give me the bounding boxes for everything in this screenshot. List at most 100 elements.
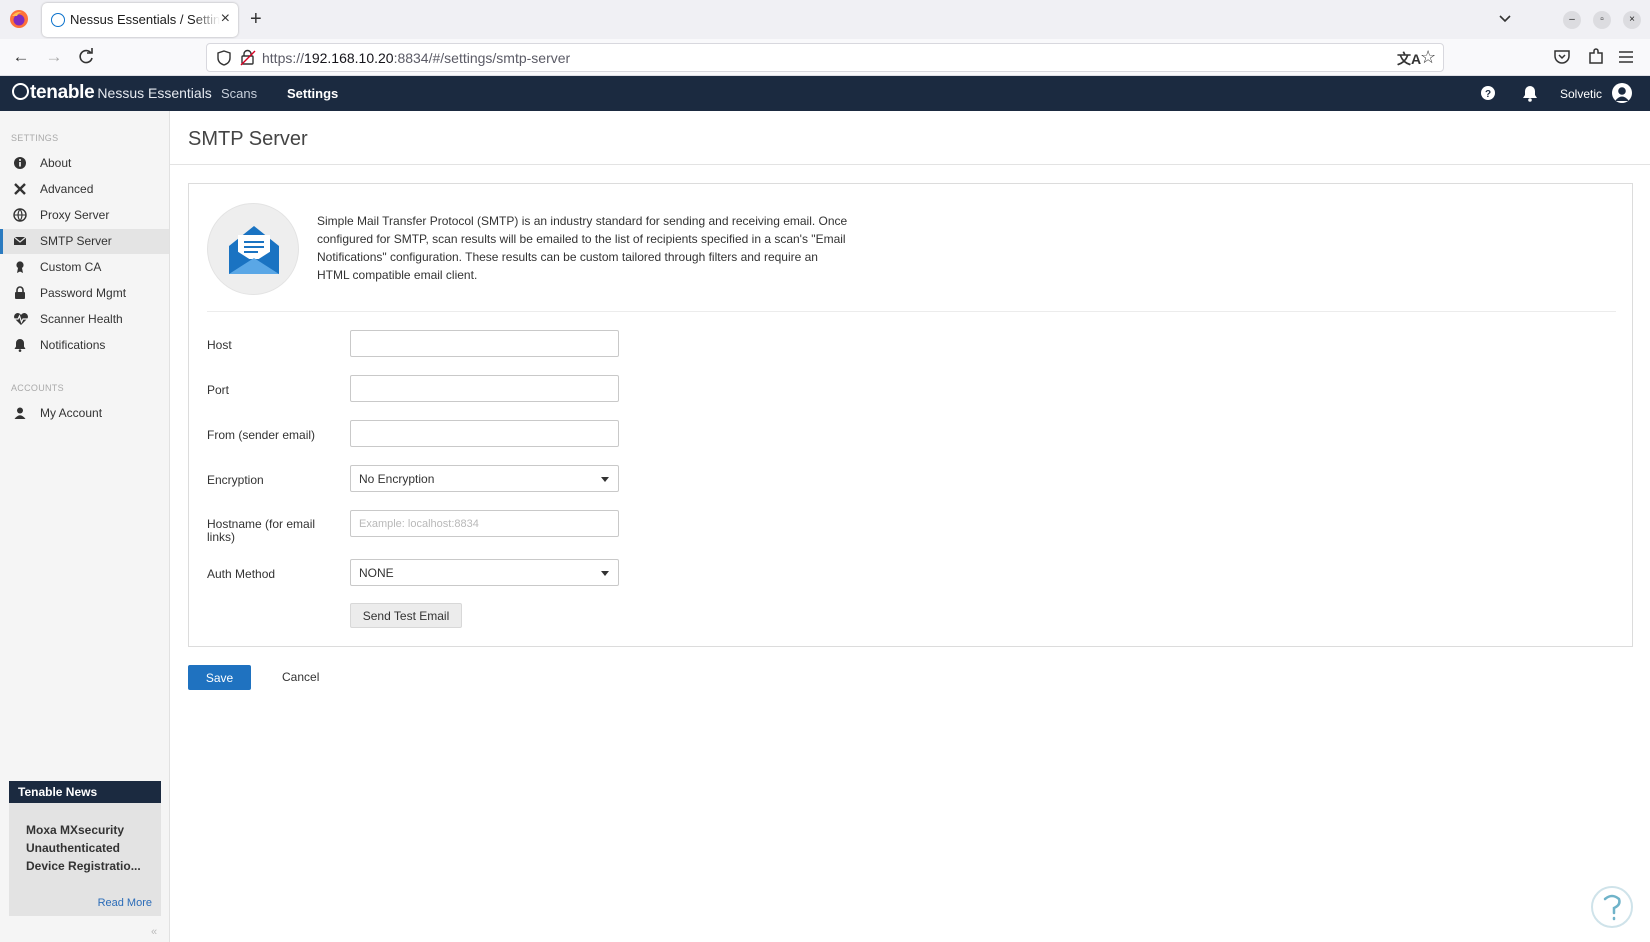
url-scheme: https:// [262,50,305,66]
bell-icon [14,339,26,352]
sidebar-item-label: SMTP Server [40,234,112,248]
sidebar-item-smtp-server[interactable]: SMTP Server [0,229,169,254]
lock-icon [15,286,25,299]
sidebar-item-label: My Account [40,406,103,420]
auth-method-selected-value: NONE [359,566,394,580]
help-icon[interactable]: ? [1480,84,1496,102]
sidebar-item-label: Advanced [40,182,94,196]
host-input[interactable] [350,330,619,357]
chevron-down-icon [601,477,609,482]
panel-divider [207,311,1616,312]
sidebar-item-about[interactable]: About [0,151,169,176]
tab-favicon-icon [51,13,65,27]
tools-icon [14,183,26,195]
tab-close-icon[interactable]: × [221,10,230,28]
hostname-label: Hostname (for email links) [207,517,316,544]
menu-hamburger-icon[interactable] [1616,47,1636,67]
tenable-news-widget: Tenable News Moxa MXsecurity Unauthentic… [9,781,161,916]
window-restore-icon[interactable]: ▫ [1593,11,1611,29]
from-email-input[interactable] [350,420,619,447]
sidebar-item-label: Password Mgmt [40,286,127,300]
envelope-icon [13,236,27,245]
notifications-bell-icon[interactable] [1522,84,1538,102]
send-test-email-button[interactable]: Send Test Email [350,603,462,628]
url-host: 192.168.10.20 [304,50,394,66]
nav-scans[interactable]: Scans [221,86,257,101]
page-title: SMTP Server [188,128,308,150]
browser-nav-bar: ← → https://192.168.10.20:8834/#/setting… [0,39,1650,76]
sidebar-item-custom-ca[interactable]: Custom CA [0,255,169,280]
user-icon [14,407,26,419]
news-read-more-link[interactable]: Read More [98,897,152,909]
title-divider [170,164,1650,165]
brand-name: tenable [30,82,95,103]
save-button[interactable]: Save [188,665,251,690]
settings-sidebar: SETTINGS About Advanced Proxy Server SMT… [0,111,170,942]
sidebar-heading-settings: SETTINGS [11,133,59,143]
heartbeat-icon [13,313,29,325]
info-icon [14,157,26,169]
sidebar-item-label: Notifications [40,338,106,352]
encryption-select[interactable]: No Encryption [350,465,619,492]
forward-icon[interactable]: → [43,46,65,68]
envelope-open-icon [229,226,279,274]
pocket-icon[interactable] [1552,47,1572,67]
product-name: Nessus Essentials [97,85,212,101]
app-top-bar: tenable Nessus Essentials Scans Settings … [0,76,1650,111]
news-body: Moxa MXsecurity Unauthenticated Device R… [9,803,161,916]
sidebar-item-label: Scanner Health [40,312,123,326]
bookmark-star-icon[interactable]: ☆ [1420,47,1436,68]
svg-text:?: ? [1485,89,1491,100]
smtp-description: Simple Mail Transfer Protocol (SMTP) is … [317,214,848,282]
sidebar-item-label: Proxy Server [40,208,110,222]
sidebar-heading-accounts: ACCOUNTS [11,383,64,393]
hostname-input[interactable] [350,510,619,537]
firefox-logo-icon[interactable] [9,9,29,29]
extensions-puzzle-icon[interactable] [1586,47,1606,67]
host-label: Host [207,338,232,352]
sidebar-item-label: Custom CA [40,260,102,274]
sidebar-item-my-account[interactable]: My Account [0,401,169,426]
sidebar-item-notifications[interactable]: Notifications [0,333,169,358]
globe-icon [13,208,27,222]
smtp-settings-panel: Simple Mail Transfer Protocol (SMTP) is … [188,183,1633,647]
from-label: From (sender email) [207,428,316,442]
certificate-icon [16,261,24,273]
list-all-tabs-icon[interactable] [1498,12,1512,26]
sidebar-item-label: About [40,156,72,170]
sidebar-item-advanced[interactable]: Advanced [0,177,169,202]
url-path: :8834/#/settings/smtp-server [393,50,571,66]
reload-icon[interactable] [76,47,96,67]
user-avatar-icon[interactable] [1612,83,1632,103]
sidebar-item-proxy-server[interactable]: Proxy Server [0,203,169,228]
browser-tab-bar: Nessus Essentials / Settings / SMTP Serv… [0,0,1650,39]
cancel-button[interactable]: Cancel [282,670,319,684]
tab-title: Nessus Essentials / Settings / SMTP Serv… [70,12,220,27]
url-text[interactable]: https://192.168.10.20:8834/#/settings/sm… [262,50,570,66]
chevron-down-icon [601,571,609,576]
port-input[interactable] [350,375,619,402]
browser-tab-active[interactable]: Nessus Essentials / Settings / SMTP Serv… [42,3,238,37]
translate-icon[interactable]: 文A [1397,49,1421,69]
url-bar[interactable]: https://192.168.10.20:8834/#/settings/sm… [206,43,1444,72]
new-tab-icon[interactable]: + [250,8,262,30]
window-minimize-icon[interactable]: – [1563,11,1581,29]
port-label: Port [207,383,230,397]
tenable-logo-icon [12,83,29,100]
collapse-sidebar-icon[interactable]: « [151,926,157,938]
news-article-title[interactable]: Moxa MXsecurity Unauthenticated Device R… [26,821,151,875]
nav-settings[interactable]: Settings [287,86,338,101]
user-name[interactable]: Solvetic [1560,87,1602,101]
window-close-icon[interactable]: × [1623,11,1641,29]
auth-method-label: Auth Method [207,567,276,581]
sidebar-item-password-mgmt[interactable]: Password Mgmt [0,281,169,306]
solvetic-watermark-icon [1591,886,1633,928]
sidebar-item-scanner-health[interactable]: Scanner Health [0,307,169,332]
tenable-logo[interactable]: tenable Nessus Essentials [12,82,212,106]
auth-method-select[interactable]: NONE [350,559,619,586]
tracking-protection-shield-icon[interactable] [217,50,231,66]
insecure-lock-icon[interactable] [240,49,256,66]
news-heading: Tenable News [9,781,161,803]
mail-illustration [207,203,299,295]
back-icon[interactable]: ← [10,46,32,68]
